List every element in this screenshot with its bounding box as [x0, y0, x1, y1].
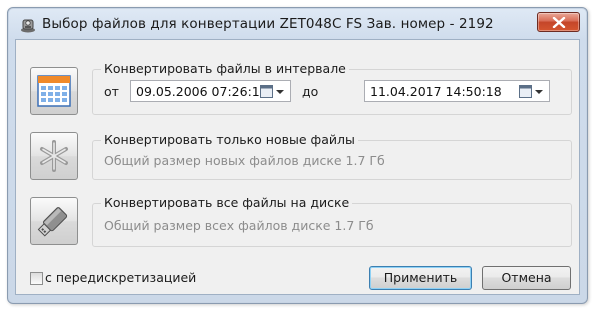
cancel-button[interactable]: Отмена [482, 266, 571, 290]
all-files-option-button[interactable] [30, 197, 78, 245]
to-date-picker[interactable]: 11.04.2017 14:50:18 [364, 80, 550, 102]
from-date-value: 09.05.2006 07:26:16 [136, 84, 268, 99]
new-files-title: Конвертировать только новые файлы [101, 132, 358, 147]
dialog-window: Выбор файлов для конвертации ZET048C FS … [7, 7, 588, 304]
resample-checkbox[interactable] [30, 272, 43, 285]
apply-button[interactable]: Применить [369, 266, 472, 290]
to-label: до [302, 84, 319, 99]
from-label: от [104, 84, 119, 99]
app-icon [20, 17, 36, 33]
window-title: Выбор файлов для конвертации ZET048C FS … [42, 16, 494, 32]
all-files-size: Общий размер всех файлов диске 1.7 Гб [104, 218, 374, 233]
date-dropdown-icon[interactable] [519, 85, 545, 98]
usb-drive-icon [37, 207, 68, 237]
interval-title: Конвертировать файлы в интервале [101, 61, 349, 76]
title-bar[interactable]: Выбор файлов для конвертации ZET048C FS … [8, 8, 587, 38]
interval-group: Конвертировать файлы в интервале от 09.0… [92, 61, 572, 115]
close-button[interactable] [537, 12, 580, 32]
from-date-picker[interactable]: 09.05.2006 07:26:16 [130, 80, 291, 102]
new-files-size: Общий размер новых файлов диске 1.7 Гб [104, 153, 385, 168]
close-icon [552, 17, 566, 28]
calendar-icon [37, 75, 71, 107]
all-files-title: Конвертировать все файлы на диске [101, 195, 353, 210]
new-files-option-button[interactable] [30, 132, 78, 180]
new-files-group: Конвертировать только новые файлы Общий … [92, 132, 572, 180]
asterisk-icon [40, 140, 68, 172]
resample-label[interactable]: с передискретизацией [45, 270, 196, 285]
all-files-group: Конвертировать все файлы на диске Общий … [92, 195, 572, 247]
date-dropdown-icon[interactable] [260, 85, 286, 98]
to-date-value: 11.04.2017 14:50:18 [370, 84, 502, 99]
dialog-body: Конвертировать файлы в интервале от 09.0… [15, 39, 580, 295]
interval-option-button[interactable] [30, 67, 78, 115]
